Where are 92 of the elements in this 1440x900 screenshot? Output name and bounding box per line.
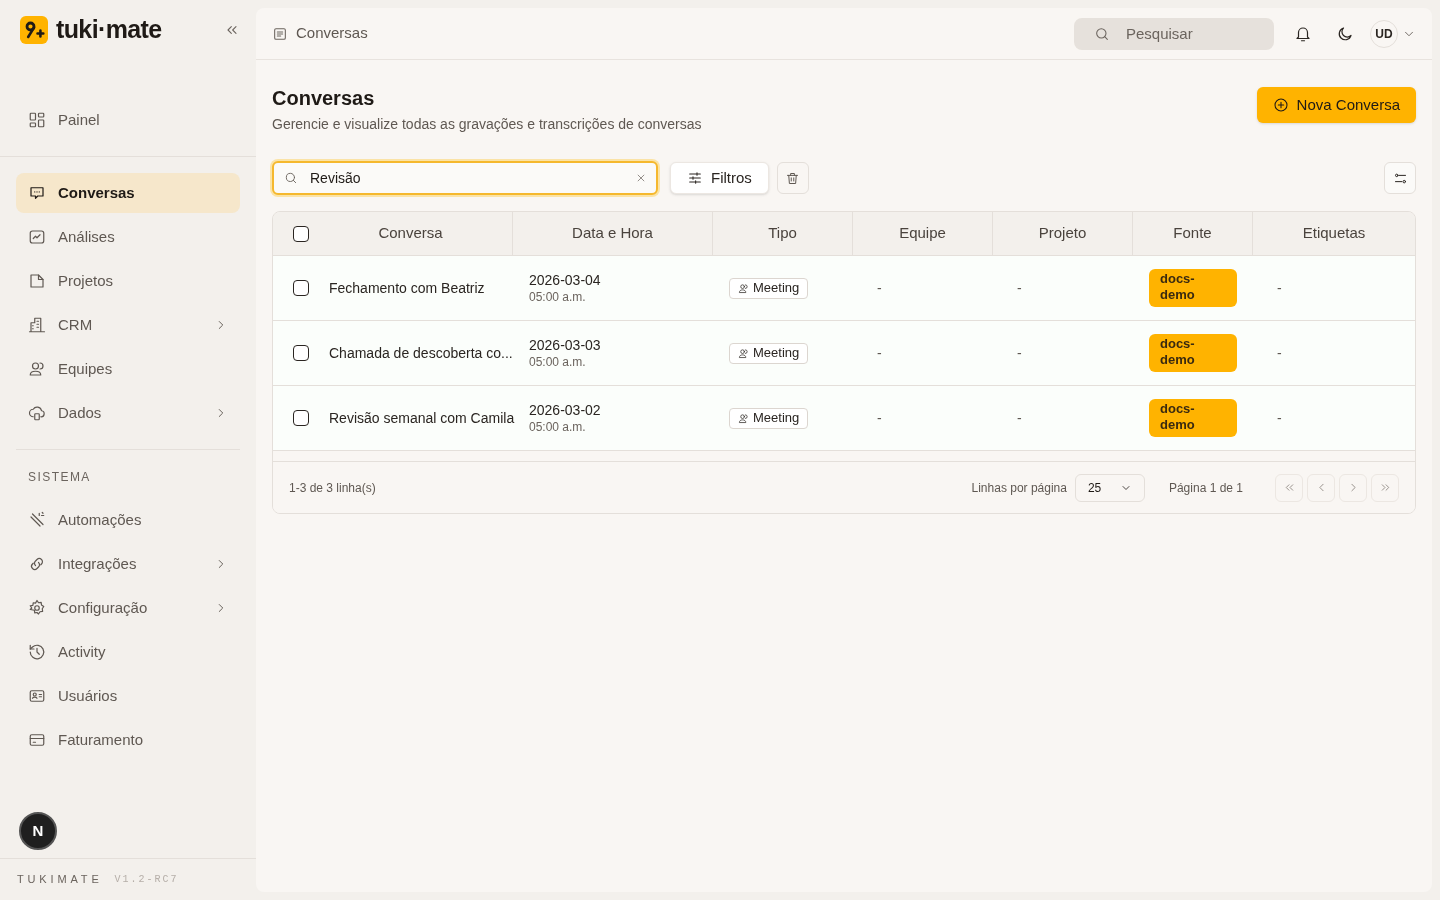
link-icon — [28, 555, 46, 573]
nav-item[interactable]: Integrações — [16, 544, 240, 584]
page-title: Conversas — [272, 86, 376, 111]
conversation-title[interactable]: Revisão semanal com Camila — [329, 407, 515, 429]
nav-item[interactable]: Usuários — [16, 676, 240, 716]
id-card-icon — [28, 687, 46, 705]
type-tag: Meeting — [729, 342, 809, 364]
checkbox[interactable] — [293, 225, 309, 242]
nav-item[interactable]: CRM — [16, 305, 240, 345]
building-icon — [28, 316, 46, 334]
logo-icon — [20, 16, 48, 44]
nav-item[interactable]: Activity — [16, 632, 240, 672]
section-heading: SISTEMA — [28, 470, 91, 484]
chat-bubble-icon — [28, 184, 46, 202]
users-icon — [738, 347, 749, 359]
empty-value: - — [1017, 343, 1022, 363]
conversation-title[interactable]: Chamada de descoberta co... — [329, 342, 513, 364]
nav-item[interactable]: Análises — [16, 217, 240, 257]
column-header[interactable]: Equipe — [899, 222, 946, 245]
empty-value: - — [1277, 278, 1282, 298]
time-text: 05:00 a.m. — [529, 288, 587, 305]
wand-icon — [28, 511, 46, 529]
new-conversation-button[interactable]: Nova Conversa — [1256, 87, 1416, 123]
rows-per-page-select[interactable]: 25 — [1074, 473, 1145, 502]
users-icon — [738, 412, 749, 424]
grid-icon — [28, 111, 46, 129]
empty-value: - — [1017, 278, 1022, 298]
checkbox[interactable] — [293, 410, 309, 426]
empty-value: - — [1277, 408, 1282, 428]
time-text: 05:00 a.m. — [529, 353, 587, 370]
column-header[interactable]: Tipo — [768, 222, 797, 245]
column-header[interactable]: Fonte — [1173, 222, 1212, 245]
empty-value: - — [877, 343, 882, 363]
page-indicator: Página 1 de 1 — [1168, 479, 1243, 497]
folder-icon — [28, 272, 46, 290]
type-tag: Meeting — [729, 277, 809, 299]
breadcrumb: Conversas — [296, 23, 368, 44]
view-options-button[interactable] — [1384, 162, 1416, 194]
version-text: V1.2-RC7 — [114, 873, 179, 887]
checkbox[interactable] — [293, 280, 309, 296]
nav-item[interactable]: Automações — [16, 500, 240, 540]
time-text: 05:00 a.m. — [529, 418, 587, 435]
source-tag: docs-demo — [1149, 334, 1237, 372]
checkbox[interactable] — [293, 345, 309, 361]
settings-icon — [28, 599, 46, 617]
search-icon — [1094, 25, 1110, 42]
users-icon — [28, 360, 46, 378]
page-subtitle: Gerencie e visualize todas as gravações e transcrições de conversas — [272, 115, 703, 134]
source-tag: docs-demo — [1149, 399, 1237, 437]
document-icon — [272, 25, 288, 42]
badge-button[interactable]: N — [19, 812, 57, 850]
cloud-icon — [28, 404, 46, 422]
date-text: 2026-03-04 — [529, 271, 602, 289]
logo-text: tuki·mate — [56, 14, 162, 46]
type-tag: Meeting — [729, 407, 809, 429]
users-icon — [738, 282, 749, 294]
credit-card-icon — [28, 731, 46, 749]
app-name: TUKIMATE — [17, 872, 103, 888]
sliders-icon — [687, 170, 703, 186]
nav-item[interactable]: Projetos — [16, 261, 240, 301]
row-count: 1-3 de 3 linha(s) — [289, 479, 376, 497]
nav-item[interactable]: Faturamento — [16, 720, 240, 760]
date-text: 2026-03-02 — [529, 401, 602, 419]
empty-value: - — [877, 278, 882, 298]
chart-icon — [28, 228, 46, 246]
conversation-title[interactable]: Fechamento com Beatriz — [329, 277, 485, 299]
moon-icon — [1336, 24, 1354, 43]
date-text: 2026-03-03 — [529, 336, 602, 354]
trash-icon — [785, 170, 801, 186]
column-header[interactable]: Data e Hora — [572, 222, 653, 245]
rows-per-page-label: Linhas por página — [971, 479, 1067, 497]
search-field[interactable]: Revisão — [272, 161, 658, 195]
source-tag: docs-demo — [1149, 269, 1237, 307]
empty-value: - — [1277, 343, 1282, 363]
empty-value: - — [1017, 408, 1022, 428]
search-icon — [284, 171, 298, 185]
column-header[interactable]: Etiquetas — [1302, 222, 1366, 245]
bell-icon — [1294, 24, 1312, 43]
empty-value: - — [877, 408, 882, 428]
nav-item[interactable]: Painel — [16, 100, 240, 140]
nav-item[interactable]: Configuração — [16, 588, 240, 628]
nav-item[interactable]: Equipes — [16, 349, 240, 389]
clear-icon — [636, 173, 646, 183]
nav-item[interactable]: Conversas — [16, 173, 240, 213]
search-field[interactable]: Pesquisar — [1074, 17, 1274, 50]
nav-item[interactable]: Dados — [16, 393, 240, 433]
column-header[interactable]: Projeto — [1038, 222, 1087, 245]
filters-button[interactable]: Filtros — [670, 162, 769, 194]
delete-button[interactable] — [776, 162, 809, 194]
clock-icon — [28, 643, 46, 661]
column-header[interactable]: Conversa — [309, 222, 512, 245]
plus-circle-icon — [1272, 97, 1289, 113]
